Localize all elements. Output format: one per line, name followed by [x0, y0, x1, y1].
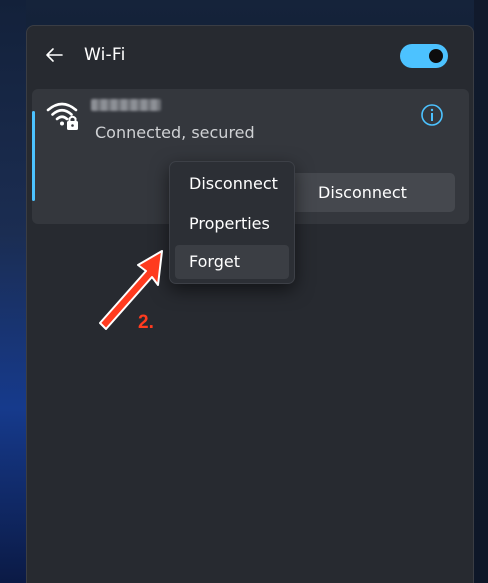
annotation-arrow-icon — [99, 250, 163, 330]
panel-header: Wi-Fi — [27, 26, 473, 86]
context-menu: Disconnect Properties Forget — [169, 161, 295, 284]
info-icon[interactable] — [420, 103, 444, 127]
desktop-wallpaper-right — [474, 0, 488, 583]
arrow-left-icon — [46, 48, 63, 62]
toggle-knob — [429, 49, 443, 63]
desktop-wallpaper — [0, 0, 26, 583]
menu-item-properties[interactable]: Properties — [175, 207, 289, 241]
back-button[interactable] — [41, 42, 67, 68]
menu-item-forget[interactable]: Forget — [175, 245, 289, 279]
network-status: Connected, secured — [95, 123, 255, 142]
annotation-step-label: 2. — [138, 312, 154, 333]
disconnect-button[interactable]: Disconnect — [270, 173, 455, 212]
menu-item-disconnect[interactable]: Disconnect — [175, 167, 289, 201]
network-ssid: xxxxxxxxxxx — [91, 99, 161, 111]
wifi-secured-icon — [46, 102, 78, 130]
page-title: Wi-Fi — [84, 45, 126, 65]
selected-indicator — [32, 111, 35, 201]
wifi-toggle[interactable] — [400, 44, 448, 68]
